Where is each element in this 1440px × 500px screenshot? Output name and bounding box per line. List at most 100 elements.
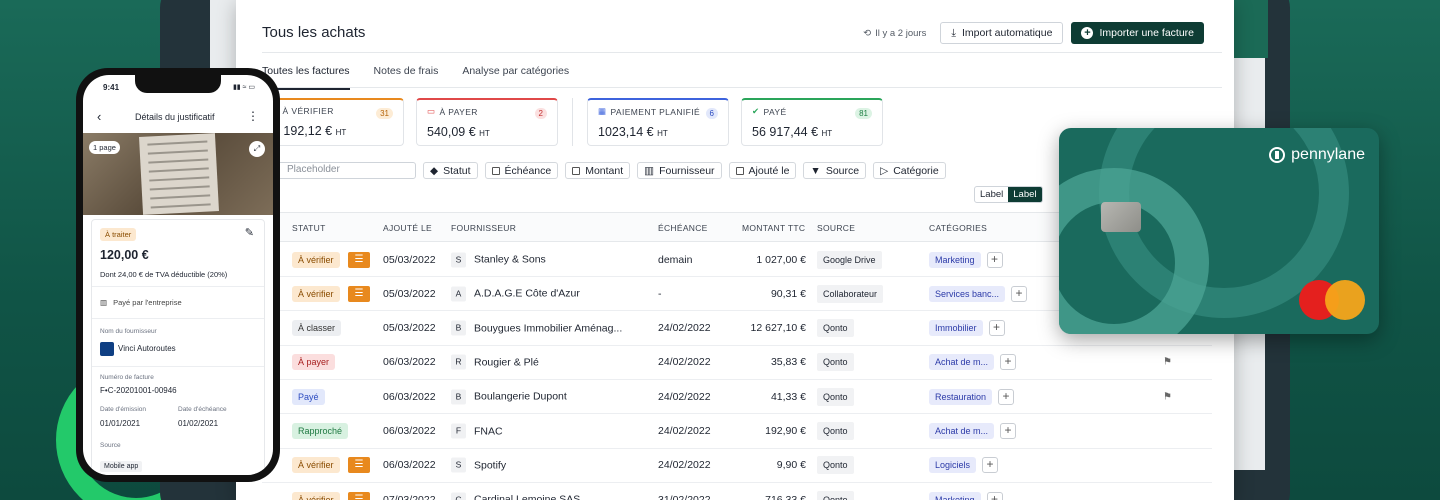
- col-due[interactable]: ÉCHÉANCE: [658, 223, 708, 233]
- view-toggle: Label Label: [974, 186, 1043, 203]
- supplier-name: Bouygues Immobilier Aménag...: [474, 322, 623, 335]
- import-auto-button[interactable]: ⤓ Import automatique: [940, 22, 1064, 44]
- table-row[interactable]: Payé 06/03/2022 B Boulangerie Dupont 24/02/2…: [262, 380, 1212, 415]
- paid-by: ▥ Payé par l'entreprise: [100, 298, 182, 307]
- toggle-option-1[interactable]: Label: [975, 187, 1008, 202]
- tab-category-analysis[interactable]: Analyse par catégories: [462, 65, 569, 89]
- divider: [92, 286, 264, 287]
- phone-mockup: 9:41 ▮▮ ≈ ▭ ‹ Détails du justificatif ⋮ …: [76, 68, 280, 482]
- expand-icon[interactable]: ⤢: [249, 141, 265, 157]
- page-count-badge: 1 page: [89, 141, 120, 154]
- supplier-name: Stanley & Sons: [474, 253, 546, 266]
- stat-card-paid[interactable]: ✔ PAYÉ 56 917,44 € HT 81: [741, 98, 883, 146]
- receipt-photo[interactable]: 1 page ⤢: [83, 133, 273, 215]
- add-category-button[interactable]: +: [998, 388, 1015, 405]
- stat-card-to-verify[interactable]: ●À VÉRIFIER 3 192,12 € HT 31: [262, 98, 404, 146]
- amount: 9,90 €: [776, 459, 806, 472]
- added-date: 05/03/2022: [383, 253, 436, 266]
- col-supplier[interactable]: FOURNISSEUR: [451, 223, 516, 233]
- table-row[interactable]: À payer 06/03/2022 R Rougier & Plé 24/02/202…: [262, 346, 1212, 380]
- building-icon: ▥: [644, 164, 655, 177]
- col-amount[interactable]: MONTANT TTC: [742, 223, 805, 233]
- col-categories[interactable]: CATÉGORIES: [929, 223, 987, 233]
- search-input[interactable]: Placeholder: [276, 162, 416, 179]
- label-icon: ▷: [880, 164, 889, 177]
- calendar-icon: ▦: [598, 106, 607, 116]
- add-category-button[interactable]: +: [988, 320, 1005, 337]
- filter-status[interactable]: ◆ Statut: [423, 162, 478, 179]
- col-status[interactable]: STATUT: [292, 223, 326, 233]
- added-date: 06/03/2022: [383, 425, 436, 437]
- filter-amount[interactable]: Montant: [565, 162, 631, 179]
- supplier-cell: A A.D.A.G.E Côte d'Azur: [451, 286, 580, 302]
- supplier-name: Spotify: [474, 459, 507, 472]
- add-category-button[interactable]: +: [986, 251, 1003, 268]
- category-tag[interactable]: Logiciels: [929, 457, 977, 474]
- added-date: 06/03/2022: [383, 390, 436, 403]
- comment-flag-icon[interactable]: ⚑: [1163, 357, 1172, 368]
- supplier-label: Nom du fournisseur: [100, 328, 157, 335]
- table-row[interactable]: À vérifier ☰ 06/03/2022 S Spotify 24/02/2022 9…: [262, 449, 1212, 483]
- plus-icon: +: [1081, 27, 1094, 39]
- table-row[interactable]: À vérifier ☰ 07/03/2022 C Cardinal Lemoine S…: [262, 483, 1212, 500]
- filter-added-on[interactable]: Ajouté le: [728, 162, 797, 179]
- list-icon[interactable]: ☰: [348, 491, 370, 500]
- filter-bar: Placeholder ◆ Statut Échéance Montant ▥ Fo…: [276, 162, 946, 179]
- count-badge: 2: [534, 108, 547, 119]
- supplier-name: A.D.A.G.E Côte d'Azur: [474, 287, 580, 300]
- stat-card-scheduled[interactable]: ▦ PAIEMENT PLANIFIÉ 1023,14 € HT 6: [587, 98, 729, 146]
- filter-supplier[interactable]: ▥ Fournisseur: [637, 162, 722, 179]
- filter-category[interactable]: ▷ Catégorie: [873, 162, 946, 179]
- source-badge: Qonto: [817, 490, 854, 500]
- add-category-button[interactable]: +: [1011, 285, 1028, 302]
- comment-flag-icon[interactable]: ⚑: [1163, 391, 1172, 402]
- supplier-initial: S: [451, 457, 466, 473]
- stat-card-to-pay[interactable]: ▭ À PAYER 540,09 € HT 2: [416, 98, 558, 146]
- category-cell: Services banc... +: [929, 285, 1028, 302]
- tab-expense-notes[interactable]: Notes de frais: [374, 65, 439, 89]
- vat-info: Dont 24,00 € de TVA déductible (20%): [100, 270, 228, 279]
- amount: 192,90 €: [765, 425, 806, 437]
- table-row[interactable]: Rapproché 06/03/2022 F FNAC 24/02/2022 192,90…: [262, 415, 1212, 449]
- history-link[interactable]: ⟲ Il y a 2 jours: [863, 28, 926, 39]
- list-icon[interactable]: ☰: [348, 285, 370, 302]
- toggle-option-2[interactable]: Label: [1008, 187, 1042, 202]
- more-icon[interactable]: ⋮: [247, 109, 259, 123]
- category-cell: Immobilier +: [929, 320, 1005, 337]
- category-tag[interactable]: Immobilier: [929, 320, 983, 337]
- phone-notch: [135, 75, 221, 93]
- category-cell: Logiciels +: [929, 457, 999, 474]
- back-icon[interactable]: ‹: [97, 109, 101, 124]
- category-tag[interactable]: Achat de m...: [929, 423, 995, 439]
- building-icon: ▥: [100, 298, 108, 307]
- category-tag[interactable]: Achat de m...: [929, 354, 995, 371]
- filter-due-date[interactable]: Échéance: [484, 162, 559, 179]
- category-tag[interactable]: Services banc...: [929, 285, 1006, 302]
- col-added[interactable]: AJOUTÉ LE: [383, 223, 432, 233]
- emission-label: Date d'émission: [100, 406, 147, 413]
- due-date: demain: [658, 253, 693, 266]
- category-tag[interactable]: Marketing: [929, 491, 981, 500]
- add-category-button[interactable]: +: [982, 457, 999, 474]
- amount: 35,83 €: [770, 356, 806, 369]
- invoice-number: F•C-20201001-00946: [100, 386, 177, 395]
- list-icon[interactable]: ☰: [348, 251, 370, 268]
- supplier-cell: B Boulangerie Dupont: [451, 389, 567, 405]
- col-source[interactable]: SOURCE: [817, 223, 855, 233]
- list-icon[interactable]: ☰: [348, 457, 370, 474]
- source-badge: Mobile app: [100, 461, 143, 472]
- invoice-label: Numéro de facture: [100, 374, 154, 381]
- add-category-button[interactable]: +: [1000, 423, 1017, 439]
- filter-source[interactable]: ▼ Source: [803, 162, 867, 179]
- category-tag[interactable]: Restauration: [929, 388, 993, 405]
- import-invoice-button[interactable]: + Importer une facture: [1071, 22, 1204, 44]
- supplier-initial: S: [451, 252, 466, 267]
- add-category-button[interactable]: +: [986, 491, 1003, 500]
- supplier-initial: F: [451, 423, 466, 439]
- pencil-icon[interactable]: ✎: [245, 226, 254, 239]
- clock-icon: ⟲: [863, 27, 872, 39]
- supplier-value[interactable]: Vinci Autoroutes: [100, 342, 176, 356]
- add-category-button[interactable]: +: [1000, 354, 1017, 371]
- category-tag[interactable]: Marketing: [929, 251, 981, 268]
- payment-card: pennylane: [1059, 128, 1379, 334]
